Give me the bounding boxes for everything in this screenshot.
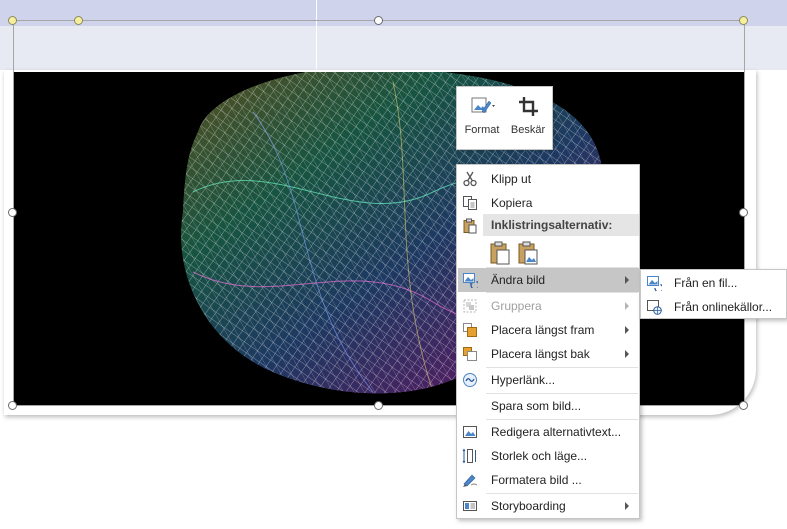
submenu-arrow-icon	[625, 276, 629, 284]
menu-item-label: Spara som bild...	[491, 399, 582, 413]
hyperlink-icon	[463, 373, 477, 387]
menu-item-size-and-position[interactable]: Storlek och läge...	[458, 444, 639, 468]
top-stripe	[0, 0, 787, 26]
crop-icon	[519, 97, 538, 116]
resize-handle-bottom[interactable]	[374, 401, 383, 410]
resize-handle-right[interactable]	[739, 208, 748, 217]
menu-item-send-to-back[interactable]: Placera längst bak	[458, 342, 639, 366]
menu-item-change-picture[interactable]: Ändra bild	[458, 268, 639, 292]
menu-item-copy[interactable]: Kopiera	[458, 191, 639, 215]
submenu-arrow-icon	[625, 326, 629, 334]
submenu-item-label: Från en fil...	[674, 276, 738, 290]
menu-item-save-as-picture[interactable]: Spara som bild...	[458, 394, 639, 418]
crop-button[interactable]: Beskär	[505, 87, 551, 149]
submenu-arrow-icon	[625, 302, 629, 310]
resize-handle-bottom-left[interactable]	[8, 401, 17, 410]
menu-item-label: Storlek och läge...	[491, 449, 588, 463]
change-picture-submenu: Från en fil... Från onlinekällor...	[640, 269, 787, 319]
from-file-icon	[647, 276, 662, 291]
format-picture-icon	[463, 474, 478, 487]
menu-item-label: Storyboarding	[491, 499, 566, 513]
format-brush-icon	[471, 97, 495, 114]
menu-item-label: Kopiera	[491, 196, 533, 210]
online-pictures-icon	[647, 300, 662, 315]
adjust-handle-top-right[interactable]	[739, 16, 748, 25]
paste-options-label: Inklistringsalternativ:	[491, 218, 613, 232]
paste-as-picture-icon[interactable]	[517, 241, 539, 265]
send-to-back-icon	[463, 347, 477, 361]
size-position-icon	[462, 448, 476, 464]
adjust-handle-top-left[interactable]	[8, 16, 17, 25]
menu-item-label: Ändra bild	[491, 273, 546, 287]
menu-item-group[interactable]: Gruppera	[458, 294, 639, 318]
change-picture-icon	[463, 273, 478, 288]
menu-item-label: Gruppera	[491, 299, 542, 313]
adjust-handle-top[interactable]	[74, 16, 83, 25]
format-button[interactable]: Format	[459, 87, 505, 149]
resize-handle-top[interactable]	[374, 16, 383, 25]
submenu-arrow-icon	[625, 502, 629, 510]
menu-item-label: Placera längst fram	[491, 323, 595, 337]
paste-options-group	[485, 239, 545, 267]
submenu-arrow-icon	[625, 350, 629, 358]
paste-options-header: Inklistringsalternativ:	[483, 214, 639, 236]
group-icon	[463, 299, 477, 313]
slide-top-band	[0, 0, 787, 70]
menu-item-label: Klipp ut	[491, 172, 532, 186]
menu-item-edit-alt-text[interactable]: Redigera alternativtext...	[458, 420, 639, 444]
menu-item-label: Hyperlänk...	[491, 373, 556, 387]
menu-item-cut[interactable]: Klipp ut	[458, 167, 639, 191]
menu-item-bring-to-front[interactable]: Placera längst fram	[458, 318, 639, 342]
resize-handle-left[interactable]	[8, 208, 17, 217]
menu-item-format-picture[interactable]: Formatera bild ...	[458, 468, 639, 492]
menu-separator	[486, 292, 638, 293]
submenu-item-from-file[interactable]: Från en fil...	[642, 271, 787, 295]
paste-icon	[463, 218, 477, 234]
scissors-icon	[463, 171, 477, 187]
menu-item-label: Formatera bild ...	[491, 473, 582, 487]
guide-line	[316, 0, 317, 70]
crop-label: Beskär	[510, 124, 546, 136]
bring-to-front-icon	[463, 323, 477, 337]
storyboarding-icon	[463, 501, 477, 511]
alt-text-icon	[463, 426, 477, 438]
menu-item-hyperlink[interactable]: Hyperlänk...	[458, 368, 639, 392]
resize-handle-bottom-right[interactable]	[739, 401, 748, 410]
menu-item-storyboarding[interactable]: Storyboarding	[458, 494, 639, 518]
context-menu: Klipp ut Kopiera Inklistringsalternativ:	[456, 164, 640, 519]
submenu-item-label: Från onlinekällor...	[674, 300, 773, 314]
copy-icon	[463, 196, 477, 210]
menu-item-label: Redigera alternativtext...	[491, 425, 622, 439]
menu-item-label: Placera längst bak	[491, 347, 590, 361]
submenu-item-from-online[interactable]: Från onlinekällor...	[642, 295, 787, 319]
mini-toolbar: Format Beskär	[456, 86, 553, 150]
format-label: Format	[464, 124, 500, 136]
paste-use-destination-icon[interactable]	[489, 241, 511, 265]
